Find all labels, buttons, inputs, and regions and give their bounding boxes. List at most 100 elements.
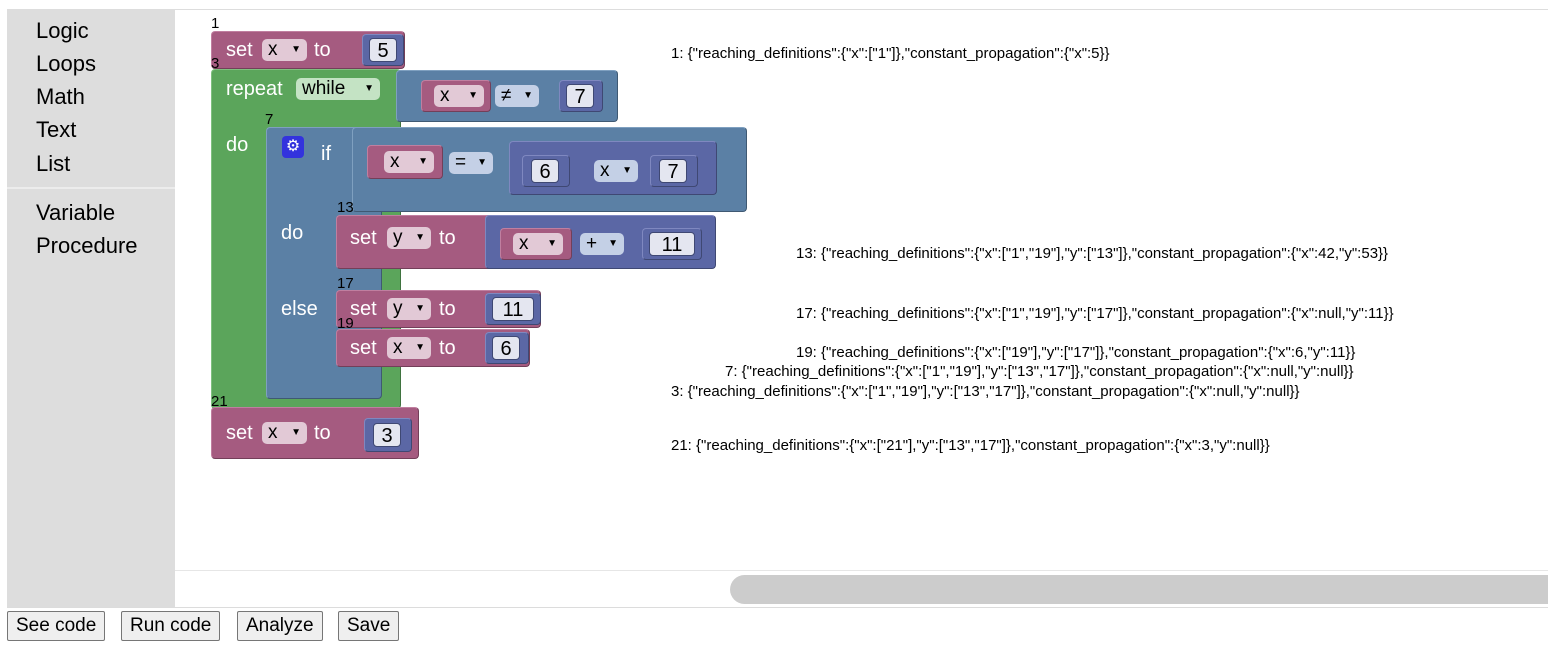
variable-name: x: [519, 233, 529, 254]
set-y-block[interactable]: set y ▼ to: [336, 215, 496, 269]
number-field[interactable]: 6: [492, 336, 520, 360]
variable-dropdown[interactable]: x ▼: [262, 39, 307, 61]
number-field[interactable]: 7: [566, 84, 594, 108]
number-block[interactable]: 6: [522, 155, 570, 187]
toolbox-separator: [7, 187, 175, 189]
variable-dropdown[interactable]: y ▼: [387, 298, 431, 320]
variable-name: x: [390, 151, 400, 172]
analyze-button[interactable]: Analyze: [237, 611, 323, 641]
number-block[interactable]: 3: [364, 418, 412, 452]
operator-value: +: [586, 233, 598, 254]
number-block[interactable]: 11: [642, 228, 702, 260]
dropdown-arrow-icon: ▼: [622, 165, 632, 176]
toolbox-category-list[interactable]: List: [36, 151, 70, 177]
to-label: to: [439, 337, 456, 359]
variable-dropdown[interactable]: x ▼: [434, 85, 484, 107]
number-block[interactable]: 6: [485, 332, 529, 364]
variable-dropdown[interactable]: y ▼: [387, 227, 431, 249]
dropdown-arrow-icon: ▼: [415, 342, 425, 353]
toolbox-category-text[interactable]: Text: [36, 117, 76, 143]
gear-icon[interactable]: ⚙: [282, 136, 304, 158]
dropdown-arrow-icon: ▼: [415, 232, 425, 243]
do-label: do: [226, 134, 249, 156]
number-block[interactable]: 7: [559, 80, 603, 112]
number-block[interactable]: 5: [362, 34, 404, 66]
number-field[interactable]: 7: [659, 159, 687, 183]
toolbox: Logic Loops Math Text List Variable Proc…: [7, 10, 175, 607]
analysis-result-19: 19: {"reaching_definitions":{"x":["19"],…: [796, 344, 1356, 361]
toolbox-category-math[interactable]: Math: [36, 84, 85, 110]
toolbox-category-procedure[interactable]: Procedure: [36, 233, 138, 259]
analysis-result-7: 7: {"reaching_definitions":{"x":["1","19…: [725, 363, 1354, 380]
number-block[interactable]: 7: [650, 155, 698, 187]
arithmetic-block[interactable]: 6 x ▼ 7: [509, 141, 717, 195]
if-label: if: [321, 143, 331, 165]
operator-dropdown[interactable]: = ▼: [449, 152, 493, 174]
variable-dropdown[interactable]: x ▼: [384, 151, 434, 173]
analysis-result-21: 21: {"reaching_definitions":{"x":["21"],…: [671, 437, 1270, 454]
set-label: set: [226, 39, 253, 61]
operator-value: =: [455, 152, 467, 173]
variable-name: x: [268, 39, 278, 60]
save-button[interactable]: Save: [338, 611, 400, 641]
to-label: to: [439, 298, 456, 320]
dropdown-arrow-icon: ▼: [608, 238, 618, 249]
variable-dropdown[interactable]: x ▼: [262, 422, 307, 444]
operator-value: x: [600, 160, 610, 181]
variable-name: y: [393, 227, 403, 248]
toolbox-category-variable[interactable]: Variable: [36, 200, 115, 226]
do-label: do: [281, 222, 304, 244]
else-label: else: [281, 298, 318, 320]
see-code-button[interactable]: See code: [7, 611, 106, 641]
variable-dropdown[interactable]: x ▼: [513, 233, 563, 255]
set-y-block[interactable]: set y ▼ to 11: [336, 290, 541, 328]
blocks-workspace[interactable]: 1 set x ▼ to 5 3 repeat while ▼ do x ▼ ≠ ▼ 7…: [175, 10, 1548, 607]
toolbox-category-logic[interactable]: Logic: [36, 18, 89, 44]
to-label: to: [314, 422, 331, 444]
compare-block[interactable]: x ▼ ≠ ▼ 7: [396, 70, 618, 122]
number-block[interactable]: 11: [485, 293, 541, 325]
toolbox-category-loops[interactable]: Loops: [36, 51, 96, 77]
variable-name: x: [440, 85, 450, 106]
number-field[interactable]: 11: [492, 297, 534, 321]
set-x-block[interactable]: set x ▼ to 3: [211, 407, 419, 459]
scrollbar-track: [175, 570, 1548, 571]
loop-mode-value: while: [302, 78, 346, 99]
arithmetic-block[interactable]: x ▼ + ▼ 11: [485, 215, 716, 269]
run-code-button[interactable]: Run code: [121, 611, 221, 641]
analysis-result-3: 3: {"reaching_definitions":{"x":["1","19…: [671, 383, 1300, 400]
dropdown-arrow-icon: ▼: [468, 90, 478, 101]
variable-name: x: [393, 337, 403, 358]
dropdown-arrow-icon: ▼: [364, 83, 374, 94]
block-number: 13: [337, 199, 354, 216]
block-number: 17: [337, 275, 354, 292]
repeat-label: repeat: [226, 78, 283, 100]
set-x-block[interactable]: set x ▼ to 6: [336, 329, 530, 367]
number-field[interactable]: 6: [531, 159, 559, 183]
set-label: set: [350, 298, 377, 320]
to-label: to: [314, 39, 331, 61]
variable-get-block[interactable]: x ▼: [367, 145, 443, 179]
variable-name: x: [268, 422, 278, 443]
horizontal-scrollbar[interactable]: [730, 575, 1548, 604]
loop-mode-dropdown[interactable]: while ▼: [296, 78, 380, 100]
dropdown-arrow-icon: ▼: [547, 238, 557, 249]
dropdown-arrow-icon: ▼: [415, 303, 425, 314]
operator-dropdown[interactable]: x ▼: [594, 160, 638, 182]
number-field[interactable]: 5: [369, 38, 397, 62]
set-x-block[interactable]: set x ▼ to 5: [211, 31, 405, 69]
variable-get-block[interactable]: x ▼: [421, 80, 491, 112]
workspace-bottom-border: [7, 607, 1548, 608]
equals-block[interactable]: x ▼ = ▼ 6 x ▼ 7: [352, 127, 747, 212]
operator-dropdown[interactable]: + ▼: [580, 233, 624, 255]
block-number: 7: [265, 111, 274, 128]
operator-value: ≠: [501, 85, 512, 106]
number-field[interactable]: 3: [373, 423, 401, 447]
operator-dropdown[interactable]: ≠ ▼: [495, 85, 539, 107]
number-field[interactable]: 11: [649, 232, 695, 256]
set-label: set: [350, 227, 377, 249]
variable-dropdown[interactable]: x ▼: [387, 337, 431, 359]
variable-get-block[interactable]: x ▼: [500, 228, 572, 260]
to-label: to: [439, 227, 456, 249]
block-number: 1: [211, 15, 220, 32]
